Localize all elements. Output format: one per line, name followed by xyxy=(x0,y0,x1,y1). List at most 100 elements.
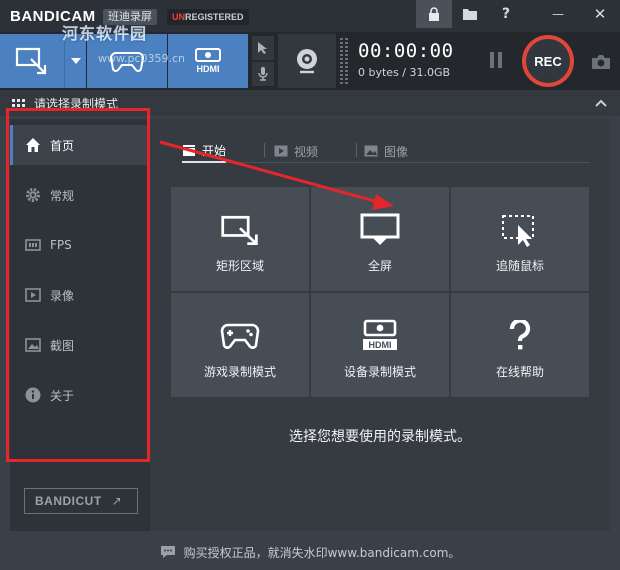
sidebar-item-label: 截图 xyxy=(50,338,75,353)
logo-bandi: BANDI xyxy=(10,8,60,25)
sidebar-item-label: FPS xyxy=(50,238,72,252)
mode-card-label: 设备录制模式 xyxy=(343,365,416,379)
clapper-icon xyxy=(183,145,195,156)
help-button[interactable]: ? xyxy=(488,0,524,28)
tab-video-label: 视频 xyxy=(294,144,319,159)
settings-sidebar: 首页 常规 FPS 录像 截图 关于 xyxy=(10,119,150,531)
bandicut-button[interactable]: BANDICUT ↗ xyxy=(24,488,138,514)
home-tabs: 开始 视频 图像 xyxy=(182,137,590,163)
mode-card-label: 全屏 xyxy=(367,259,392,273)
pause-button[interactable] xyxy=(490,52,506,70)
recording-timer: 00:00:00 xyxy=(358,40,454,62)
unregistered-badge: UNREGISTERED xyxy=(167,9,249,25)
sidebar-item-label: 关于 xyxy=(50,388,75,403)
sidebar-item-home[interactable]: 首页 xyxy=(10,125,150,165)
webcam-icon xyxy=(297,49,317,74)
record-button[interactable]: REC xyxy=(522,35,574,87)
sidebar-item-video[interactable]: 录像 xyxy=(10,275,150,315)
footer-bar: 购买授权正品，就消失水印www.bandicam.com。 xyxy=(0,534,620,570)
pause-bar-right xyxy=(498,52,502,68)
minimize-button[interactable]: — xyxy=(540,0,576,28)
home-panel: 开始 视频 图像 矩形区域 全屏 追随鼠标 游戏录制模式 HDMI 设备录制模式… xyxy=(150,119,610,531)
fps-icon xyxy=(24,236,42,254)
microphone-toggle[interactable] xyxy=(252,62,274,86)
video-icon xyxy=(274,145,288,157)
close-button[interactable]: ✕ xyxy=(582,0,618,28)
mode-card-online-help[interactable]: 在线帮助 xyxy=(451,293,589,397)
folder-button[interactable] xyxy=(452,0,488,28)
chevron-down-icon xyxy=(70,58,81,64)
chat-bubble-icon xyxy=(160,546,175,558)
mode-card-fullscreen[interactable]: 全屏 xyxy=(311,187,449,291)
sidebar-item-fps[interactable]: FPS xyxy=(10,225,150,265)
unregistered-rest: REGISTERED xyxy=(185,12,244,22)
rectangle-mode-button[interactable] xyxy=(0,34,64,88)
mode-card-label: 追随鼠标 xyxy=(495,259,544,273)
sidebar-item-screenshot[interactable]: 截图 xyxy=(10,325,150,365)
mode-card-label: 矩形区域 xyxy=(215,259,264,273)
mode-card-game[interactable]: 游戏录制模式 xyxy=(171,293,309,397)
gamepad-icon xyxy=(220,319,260,353)
cursor-icon xyxy=(258,42,267,54)
mode-card-label: 在线帮助 xyxy=(495,365,544,379)
video-icon xyxy=(24,286,42,304)
lock-button[interactable] xyxy=(416,0,452,28)
fullscreen-monitor-icon xyxy=(360,213,400,247)
sidebar-item-label: 常规 xyxy=(50,188,75,203)
screenshot-button[interactable] xyxy=(588,52,614,72)
tab-video[interactable]: 视频 xyxy=(274,139,318,163)
tab-image[interactable]: 图像 xyxy=(364,139,408,163)
question-icon xyxy=(500,319,540,353)
tab-divider xyxy=(264,143,265,157)
site-watermark: 河东软件园 xyxy=(62,24,148,43)
mode-grid: 矩形区域 全屏 追随鼠标 游戏录制模式 HDMI 设备录制模式 在线帮助 xyxy=(171,187,589,397)
sidebar-item-label: 首页 xyxy=(50,138,75,153)
tab-start[interactable]: 开始 xyxy=(182,139,227,163)
mode-header-label: 请选择录制模式 xyxy=(34,97,119,111)
follow-mouse-icon xyxy=(500,213,540,247)
input-toggles xyxy=(252,36,274,86)
mode-card-label: 游戏录制模式 xyxy=(203,365,276,379)
tab-divider xyxy=(356,143,357,157)
rectangle-area-icon xyxy=(220,213,260,247)
site-watermark-url: www.pc0359.cn xyxy=(98,52,186,65)
tab-image-label: 图像 xyxy=(384,144,409,159)
image-icon xyxy=(24,336,42,354)
mode-hint-text: 选择您想要使用的录制模式。 xyxy=(289,429,471,445)
hdmi-device-icon: HDMI xyxy=(195,48,221,74)
bandicut-label: BANDICUT xyxy=(35,494,102,508)
external-link-icon: ↗ xyxy=(111,494,123,508)
mode-card-device[interactable]: HDMI 设备录制模式 xyxy=(311,293,449,397)
record-label: REC xyxy=(526,39,570,83)
folder-icon xyxy=(463,9,477,20)
unregistered-prefix: UN xyxy=(172,12,185,22)
microphone-icon xyxy=(258,67,268,81)
grid-icon xyxy=(12,99,25,107)
rectangle-area-icon xyxy=(15,47,47,75)
audio-level-meter xyxy=(340,38,350,84)
sidebar-item-about[interactable]: 关于 xyxy=(10,375,150,415)
gear-icon xyxy=(24,186,42,204)
sidebar-item-label: 录像 xyxy=(50,288,75,303)
recorder-toolbar: HDMI 河东软件园 www.pc0359.cn 00:00:00 0 byte… xyxy=(0,24,620,90)
camera-icon xyxy=(592,55,610,69)
mode-card-rectangle[interactable]: 矩形区域 xyxy=(171,187,309,291)
lock-icon xyxy=(429,7,439,21)
file-size-readout: 0 bytes / 31.0GB xyxy=(358,66,451,79)
cursor-toggle[interactable] xyxy=(252,36,274,60)
tab-start-label: 开始 xyxy=(202,143,227,158)
webcam-button[interactable] xyxy=(278,34,336,88)
mode-header: 请选择录制模式 xyxy=(0,90,620,116)
info-icon xyxy=(24,386,42,404)
mode-card-follow-mouse[interactable]: 追随鼠标 xyxy=(451,187,589,291)
footer-purchase-link[interactable]: 购买授权正品，就消失水印www.bandicam.com。 xyxy=(184,544,461,561)
hdmi-device-icon: HDMI xyxy=(360,319,400,353)
image-icon xyxy=(364,145,378,157)
pause-bar-left xyxy=(490,52,494,68)
chevron-up-icon xyxy=(595,99,607,107)
hdmi-label: HDMI xyxy=(369,340,392,350)
collapse-button[interactable] xyxy=(592,94,610,112)
sidebar-item-general[interactable]: 常规 xyxy=(10,175,150,215)
home-icon xyxy=(24,136,42,154)
hdmi-label: HDMI xyxy=(197,64,220,74)
